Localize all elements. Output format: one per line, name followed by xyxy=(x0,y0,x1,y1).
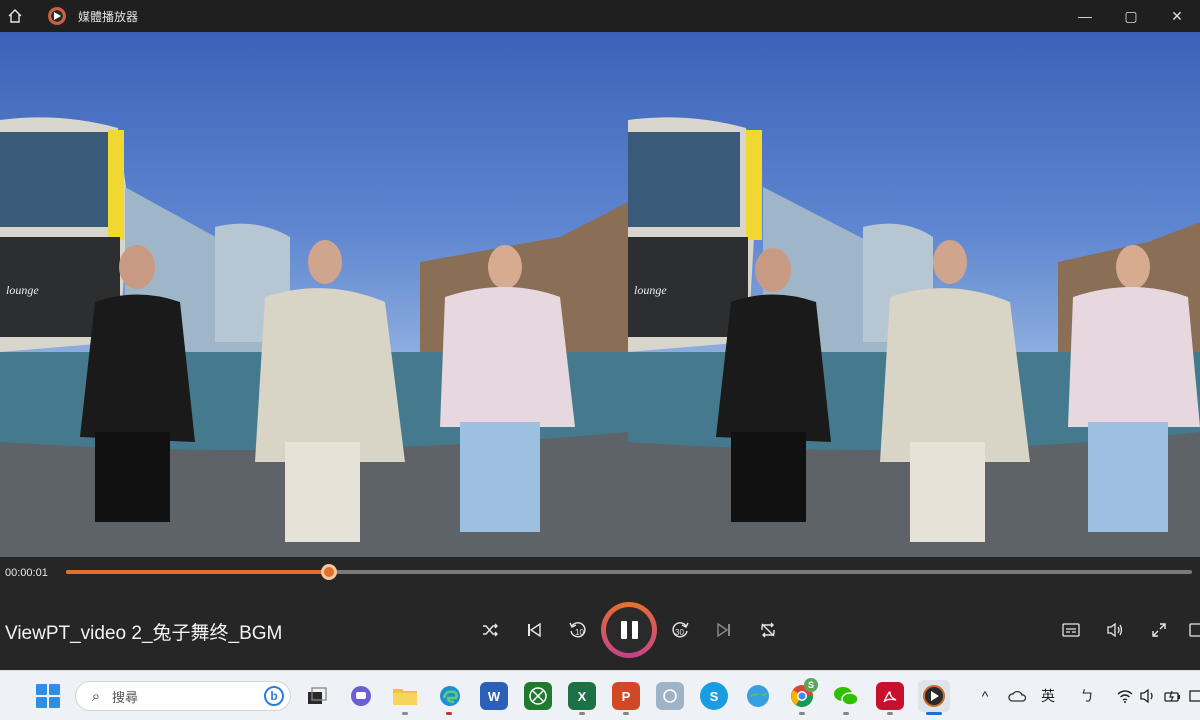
seek-bar-progress xyxy=(66,570,330,574)
previous-icon xyxy=(528,622,541,638)
minimize-button[interactable]: — xyxy=(1062,0,1108,32)
miniplayer-button[interactable] xyxy=(1184,614,1200,646)
search-icon: ⌕ xyxy=(91,687,101,705)
scene-right: lounge xyxy=(628,117,1200,557)
excel-icon[interactable]: X xyxy=(568,682,596,710)
tray-overflow-chevron[interactable]: ^ xyxy=(976,685,994,707)
speaker-icon[interactable] xyxy=(1138,685,1158,707)
file-explorer-icon[interactable] xyxy=(391,682,419,710)
maximize-button[interactable]: ▢ xyxy=(1108,0,1154,32)
shuffle-button[interactable] xyxy=(474,614,506,646)
pause-button[interactable] xyxy=(601,602,657,658)
svg-text:10: 10 xyxy=(575,628,584,637)
forward-icon: 30 xyxy=(672,622,689,638)
app-icon[interactable] xyxy=(656,682,684,710)
video-left-eye: lounge xyxy=(0,32,628,557)
svg-text:30: 30 xyxy=(675,628,684,637)
notification-icon[interactable] xyxy=(1188,685,1200,707)
weather-icon[interactable] xyxy=(744,682,772,710)
powerpoint-icon[interactable]: P xyxy=(612,682,640,710)
media-player-logo-icon xyxy=(48,7,66,25)
previous-button[interactable] xyxy=(518,614,550,646)
edge-icon[interactable] xyxy=(436,682,464,710)
task-view-icon[interactable] xyxy=(303,682,331,710)
edge-running-indicator xyxy=(446,712,452,715)
powerpoint-running-indicator xyxy=(623,712,629,715)
title-bar: 媒體播放器 — ▢ ✕ xyxy=(0,0,1200,32)
rewind-10-button[interactable]: 10 xyxy=(562,614,594,646)
pause-icon xyxy=(606,607,652,653)
video-right-eye: lounge xyxy=(628,32,1200,557)
volume-button[interactable] xyxy=(1099,614,1131,646)
teams-chat-icon[interactable] xyxy=(347,682,375,710)
bing-icon[interactable]: b xyxy=(264,686,284,706)
media-player-active-indicator xyxy=(926,712,942,715)
skype-icon[interactable]: S xyxy=(700,682,728,710)
home-icon[interactable] xyxy=(0,0,30,32)
seek-bar[interactable] xyxy=(66,570,1192,574)
elapsed-time: 00:00:01 xyxy=(5,567,48,579)
start-button[interactable] xyxy=(36,684,60,708)
media-player-taskbar-icon[interactable] xyxy=(918,680,950,712)
fullscreen-button[interactable] xyxy=(1143,614,1175,646)
fullscreen-icon xyxy=(1152,623,1166,637)
chrome-running-indicator xyxy=(799,712,805,715)
rewind-icon: 10 xyxy=(569,622,586,638)
scene-left: lounge xyxy=(0,117,628,557)
miniplayer-icon xyxy=(1189,623,1200,637)
next-icon xyxy=(717,622,730,638)
shuffle-icon xyxy=(483,623,498,637)
forward-30-button[interactable]: 30 xyxy=(664,614,696,646)
lounge-sign-right: lounge xyxy=(634,283,667,297)
subtitles-icon xyxy=(1062,623,1080,637)
subtitles-button[interactable] xyxy=(1055,614,1087,646)
word-icon[interactable]: W xyxy=(480,682,508,710)
acrobat-icon[interactable] xyxy=(876,682,904,710)
lounge-sign-left: lounge xyxy=(6,283,39,297)
wechat-running-indicator xyxy=(843,712,849,715)
chrome-profile-badge: S xyxy=(804,678,818,692)
battery-icon[interactable] xyxy=(1162,685,1184,707)
media-title: ViewPT_video 2_兔子舞终_BGM xyxy=(5,623,283,644)
window-title: 媒體播放器 xyxy=(78,9,139,24)
excel-running-indicator xyxy=(579,712,585,715)
volume-icon xyxy=(1107,622,1123,638)
repeat-icon xyxy=(761,622,775,638)
wifi-icon[interactable] xyxy=(1114,685,1136,707)
file-explorer-running-indicator xyxy=(402,712,408,715)
next-button[interactable] xyxy=(708,614,740,646)
repeat-button[interactable] xyxy=(752,614,784,646)
close-button[interactable]: ✕ xyxy=(1154,0,1200,32)
search-placeholder: 搜尋 xyxy=(112,689,139,705)
wechat-icon[interactable] xyxy=(832,682,860,710)
taskbar-search[interactable]: ⌕ 搜尋 b xyxy=(75,681,291,711)
acrobat-running-indicator xyxy=(887,712,893,715)
ime-mode-indicator[interactable]: ㄅ xyxy=(1076,685,1098,707)
xbox-icon[interactable] xyxy=(524,682,552,710)
video-frame[interactable]: lounge lounge xyxy=(0,32,1200,557)
onedrive-icon[interactable] xyxy=(1006,685,1028,707)
ime-language-indicator[interactable]: 英 xyxy=(1037,685,1059,707)
